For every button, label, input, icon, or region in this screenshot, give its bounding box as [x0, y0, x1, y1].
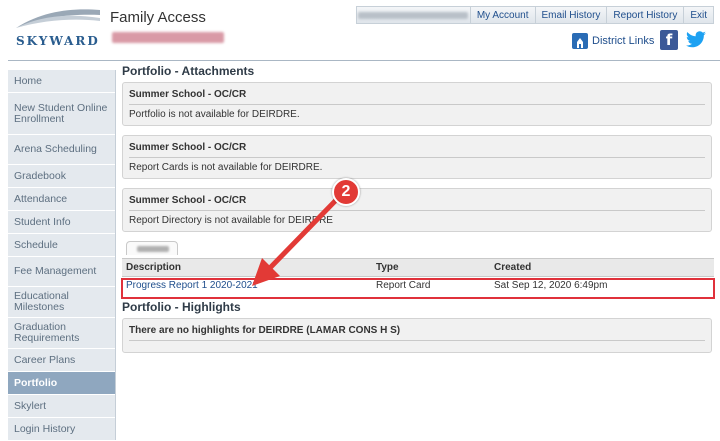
logo-wordmark: SKYWARD: [16, 34, 100, 48]
panel-title: Summer School - OC/CR: [129, 142, 705, 158]
sidebar-item-career-plans[interactable]: Career Plans: [8, 349, 115, 372]
panel-message: Report Directory is not available for DE…: [129, 215, 333, 226]
highlights-message: There are no highlights for DEIRDRE (LAM…: [129, 325, 705, 341]
column-header-type[interactable]: Type: [372, 258, 490, 277]
row-highlight-box: [121, 278, 715, 299]
sidebar-item-graduation-requirements[interactable]: Graduation Requirements: [8, 318, 115, 349]
skyward-logo[interactable]: SKYWARD: [14, 6, 104, 52]
panel-title: Summer School - OC/CR: [129, 195, 705, 211]
portfolio-panel: Summer School - OC/CR Portfolio is not a…: [122, 82, 712, 126]
district-links-label: District Links: [592, 35, 655, 47]
sidebar-item-login-history[interactable]: Login History: [8, 418, 115, 441]
report-directory-panel: Summer School - OC/CR Report Directory i…: [122, 188, 712, 232]
student-name-redacted[interactable]: [112, 32, 224, 43]
sidebar-item-home[interactable]: Home: [8, 70, 115, 93]
district-links[interactable]: District Links: [572, 33, 654, 49]
district-building-icon: [572, 33, 588, 49]
main-content: Portfolio - Attachments Summer School - …: [122, 64, 718, 362]
twitter-icon[interactable]: [684, 30, 708, 50]
sidebar-item-fee-management[interactable]: Fee Management: [8, 257, 115, 287]
skyward-swoosh-icon: [16, 9, 100, 28]
panel-title: Summer School - OC/CR: [129, 89, 705, 105]
attachments-title: Portfolio - Attachments: [122, 64, 255, 78]
sidebar-nav: Home New Student Online Enrollment Arena…: [8, 70, 116, 441]
highlights-title: Portfolio - Highlights: [122, 300, 241, 314]
sidebar-item-gradebook[interactable]: Gradebook: [8, 165, 115, 188]
highlights-panel: There are no highlights for DEIRDRE (LAM…: [122, 318, 712, 353]
sidebar-item-arena-scheduling[interactable]: Arena Scheduling: [8, 135, 115, 165]
report-cards-panel: Summer School - OC/CR Report Cards is no…: [122, 135, 712, 179]
exit-link[interactable]: Exit: [683, 7, 713, 23]
email-history-link[interactable]: Email History: [534, 7, 607, 23]
sidebar-item-attendance[interactable]: Attendance: [8, 188, 115, 211]
attachments-tab-redacted[interactable]: [126, 241, 178, 255]
sidebar-item-portfolio[interactable]: Portfolio: [8, 372, 115, 395]
header-divider: [8, 60, 720, 61]
column-header-created[interactable]: Created: [490, 258, 714, 277]
step-number-badge: 2: [332, 178, 360, 206]
header: SKYWARD Family Access My Account Email H…: [0, 0, 720, 62]
my-account-link[interactable]: My Account: [469, 7, 535, 23]
facebook-icon[interactable]: f: [660, 30, 678, 50]
app-title: Family Access: [110, 9, 206, 26]
sidebar-item-educational-milestones[interactable]: Educational Milestones: [8, 287, 115, 318]
annotation-arrow-icon: [252, 193, 343, 286]
sidebar-item-skylert[interactable]: Skylert: [8, 395, 115, 418]
panel-message: Portfolio is not available for DEIRDRE.: [129, 109, 300, 120]
sidebar-item-student-info[interactable]: Student Info: [8, 211, 115, 234]
report-history-link[interactable]: Report History: [606, 7, 683, 23]
panel-message: Report Cards is not available for DEIRDR…: [129, 162, 323, 173]
user-name-redacted: [357, 7, 470, 23]
top-bar: My Account Email History Report History …: [356, 6, 714, 24]
sidebar-item-new-student-online-enrollment[interactable]: New Student Online Enrollment: [8, 93, 115, 135]
sidebar-item-schedule[interactable]: Schedule: [8, 234, 115, 257]
